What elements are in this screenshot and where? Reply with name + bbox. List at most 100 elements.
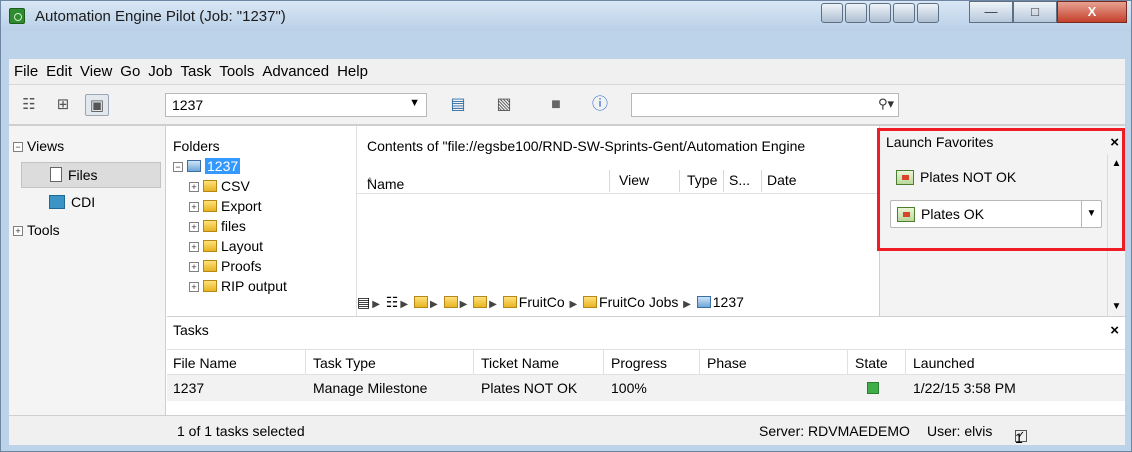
- chevron-right-icon[interactable]: ▶: [680, 299, 691, 310]
- expand-icon[interactable]: +: [13, 226, 23, 236]
- folder-item[interactable]: + Layout: [189, 238, 263, 254]
- view-cdi[interactable]: CDI: [49, 194, 95, 210]
- job-setup-icon[interactable]: ■: [543, 93, 569, 117]
- folder-icon[interactable]: [443, 296, 458, 308]
- folder-item[interactable]: + CSV: [189, 178, 250, 194]
- job-select[interactable]: 1237 ▼: [165, 93, 427, 117]
- column-launched[interactable]: Launched: [913, 355, 975, 371]
- tray-button-icon[interactable]: [869, 3, 891, 23]
- network-view-icon[interactable]: ☷: [17, 94, 41, 116]
- server-status: Server: RDVMAEDEMO: [759, 423, 910, 439]
- menu-file[interactable]: File: [13, 63, 39, 80]
- favorite-plates-not-ok[interactable]: Plates NOT OK: [890, 164, 1102, 192]
- chevron-right-icon[interactable]: ▶: [400, 299, 408, 310]
- folder-icon[interactable]: [413, 296, 428, 308]
- table-row[interactable]: 1237 Manage Milestone Plates NOT OK 100%…: [167, 375, 1125, 401]
- column-ticket-name[interactable]: Ticket Name: [481, 355, 559, 371]
- column-state[interactable]: State: [855, 355, 888, 371]
- favorite-plates-ok[interactable]: Plates OK ▼: [890, 200, 1102, 228]
- tray-button-icon[interactable]: [917, 3, 939, 23]
- window-controls: — □ X: [969, 1, 1127, 23]
- computer-icon[interactable]: ▤: [357, 294, 370, 310]
- views-node[interactable]: − Views: [13, 138, 64, 154]
- folder-item[interactable]: + files: [189, 218, 246, 234]
- column-divider[interactable]: [609, 170, 610, 192]
- folder-item[interactable]: + RIP output: [189, 278, 287, 294]
- column-task-type[interactable]: Task Type: [313, 355, 376, 371]
- tray-button-icon[interactable]: [845, 3, 867, 23]
- scroll-down-icon[interactable]: ▼: [1108, 301, 1125, 312]
- open-job-folder-icon[interactable]: ▤: [445, 93, 471, 117]
- column-progress[interactable]: Progress: [611, 355, 667, 371]
- expand-icon[interactable]: +: [189, 282, 199, 292]
- column-divider[interactable]: [305, 350, 306, 376]
- maximize-button[interactable]: □: [1013, 1, 1057, 23]
- folder-icon: [203, 180, 217, 192]
- folder-root[interactable]: − 1237: [173, 158, 241, 174]
- column-divider[interactable]: [905, 350, 906, 376]
- close-icon[interactable]: ×: [1110, 322, 1119, 339]
- menu-job[interactable]: Job: [147, 63, 173, 80]
- expand-icon[interactable]: +: [189, 262, 199, 272]
- grid-view-icon[interactable]: ⊞: [51, 94, 75, 116]
- selection-status: 1 of 1 tasks selected: [177, 423, 305, 439]
- expand-icon[interactable]: +: [189, 242, 199, 252]
- collapse-icon[interactable]: −: [173, 162, 183, 172]
- folder-item[interactable]: + Export: [189, 198, 261, 214]
- chevron-right-icon[interactable]: ▶: [430, 299, 438, 310]
- chevron-down-icon[interactable]: ▼: [1081, 201, 1101, 227]
- search-input[interactable]: ⚲▾: [631, 93, 899, 117]
- column-view[interactable]: View: [619, 172, 649, 188]
- menu-help[interactable]: Help: [336, 63, 369, 80]
- search-icon[interactable]: ⚲▾: [878, 96, 894, 112]
- breadcrumb-fruitco[interactable]: FruitCo: [519, 294, 565, 310]
- tray-button-icon[interactable]: [893, 3, 915, 23]
- expand-icon[interactable]: +: [189, 202, 199, 212]
- collapse-icon[interactable]: −: [13, 142, 23, 152]
- new-job-icon[interactable]: ▧: [491, 93, 517, 117]
- column-type[interactable]: Type: [687, 172, 717, 188]
- column-size[interactable]: S...: [729, 172, 750, 188]
- folder-icon[interactable]: [473, 296, 488, 308]
- menu-view[interactable]: View: [79, 63, 113, 80]
- chevron-right-icon[interactable]: ▶: [489, 299, 497, 310]
- minimize-button[interactable]: —: [969, 1, 1013, 23]
- column-divider[interactable]: [723, 170, 724, 192]
- tray-button-icon[interactable]: [821, 3, 843, 23]
- breadcrumb: ▤ ▶ ☷ ▶ ▶ ▶ ▶ FruitCo ▶ FruitCo Jobs ▶ 123…: [357, 294, 879, 316]
- column-name[interactable]: Name ^: [367, 172, 404, 192]
- column-divider[interactable]: [679, 170, 680, 192]
- menu-tools[interactable]: Tools: [218, 63, 255, 80]
- menu-advanced[interactable]: Advanced: [261, 63, 330, 80]
- chevron-right-icon[interactable]: ▶: [460, 299, 468, 310]
- column-divider[interactable]: [761, 170, 762, 192]
- column-divider[interactable]: [699, 350, 700, 376]
- breadcrumb-fruitco-jobs[interactable]: FruitCo Jobs: [599, 294, 678, 310]
- vertical-scrollbar[interactable]: ▲ ▼: [1107, 154, 1125, 316]
- column-phase[interactable]: Phase: [707, 355, 747, 371]
- menu-task[interactable]: Task: [179, 63, 212, 80]
- expand-icon[interactable]: +: [189, 222, 199, 232]
- close-button[interactable]: X: [1057, 1, 1127, 23]
- job-folder-icon: [187, 160, 201, 172]
- menu-edit[interactable]: Edit: [45, 63, 73, 80]
- scroll-up-icon[interactable]: ▲: [1108, 158, 1125, 169]
- chevron-right-icon[interactable]: ▶: [567, 299, 577, 310]
- column-divider[interactable]: [603, 350, 604, 376]
- folder-item[interactable]: + Proofs: [189, 258, 261, 274]
- menu-go[interactable]: Go: [119, 63, 141, 80]
- column-divider[interactable]: [847, 350, 848, 376]
- panel-view-icon[interactable]: ▣: [85, 94, 109, 116]
- close-icon[interactable]: ×: [1110, 134, 1119, 151]
- tools-node[interactable]: + Tools: [13, 222, 60, 238]
- title-bar[interactable]: Automation Engine Pilot (Job: "1237") — …: [1, 1, 1131, 31]
- column-divider[interactable]: [473, 350, 474, 376]
- column-file-name[interactable]: File Name: [173, 355, 237, 371]
- expand-icon[interactable]: +: [189, 182, 199, 192]
- info-icon[interactable]: ⓘ: [587, 93, 613, 117]
- view-files[interactable]: Files: [21, 162, 161, 188]
- column-date[interactable]: Date: [767, 172, 797, 188]
- breadcrumb-job[interactable]: 1237: [713, 294, 744, 310]
- chevron-right-icon[interactable]: ▶: [372, 299, 380, 310]
- network-icon[interactable]: ☷: [386, 294, 399, 310]
